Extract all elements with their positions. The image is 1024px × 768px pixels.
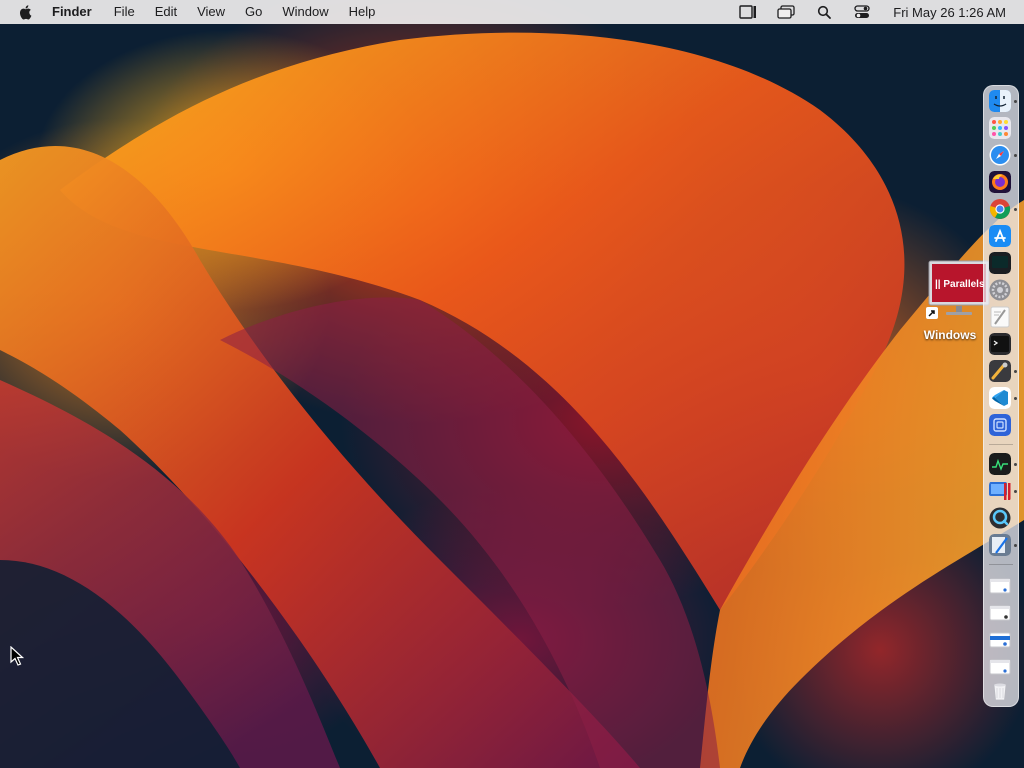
parallels-icon[interactable] xyxy=(989,480,1011,502)
window-thumbnail-icon[interactable] xyxy=(989,602,1011,624)
menu-bar-clock[interactable]: Fri May 26 1:26 AM xyxy=(893,5,1006,20)
launchpad-icon[interactable] xyxy=(989,117,1011,139)
parallels-thumbnail-text: || Parallels xyxy=(935,279,985,290)
running-indicator xyxy=(1014,544,1017,547)
menu-app-finder[interactable]: Finder xyxy=(52,0,104,24)
terminal-icon[interactable] xyxy=(989,252,1011,274)
menu-help[interactable]: Help xyxy=(339,0,386,24)
desktop-shortcut-label: Windows xyxy=(923,328,977,342)
vscode-icon[interactable] xyxy=(989,387,1011,409)
gear-icon[interactable] xyxy=(989,279,1011,301)
menu-edit[interactable]: Edit xyxy=(145,0,187,24)
menu-window[interactable]: Window xyxy=(272,0,338,24)
dock-separator xyxy=(989,564,1013,565)
spotlight-search-icon[interactable] xyxy=(813,4,835,20)
alias-arrow-icon xyxy=(926,306,938,324)
running-indicator xyxy=(1014,208,1017,211)
screen-mirroring-icon[interactable] xyxy=(775,4,797,20)
menu-view[interactable]: View xyxy=(187,0,235,24)
window-thumbnail-icon[interactable] xyxy=(989,656,1011,678)
terminal-prompt-icon[interactable] xyxy=(989,333,1011,355)
trash-icon[interactable] xyxy=(989,680,1011,702)
finder-icon[interactable] xyxy=(989,90,1011,112)
menu-bar-left: Finder File Edit View Go Window Help xyxy=(0,0,385,24)
window-thumbnail-icon[interactable] xyxy=(989,629,1011,651)
instruments-icon[interactable] xyxy=(989,360,1011,382)
app-store-icon[interactable] xyxy=(989,225,1011,247)
mouse-pointer-icon xyxy=(10,645,25,671)
running-indicator xyxy=(1014,490,1017,493)
running-indicator xyxy=(1014,370,1017,373)
stage-manager-icon[interactable] xyxy=(737,4,759,20)
quicktime-icon[interactable] xyxy=(989,507,1011,529)
window-thumbnail-icon[interactable] xyxy=(989,575,1011,597)
menu-go[interactable]: Go xyxy=(235,0,272,24)
menu-bar-status: Fri May 26 1:26 AM xyxy=(729,0,1024,24)
parallels-windows-vm-icon: || Parallels xyxy=(928,260,990,315)
dock xyxy=(983,85,1019,707)
running-indicator xyxy=(1014,463,1017,466)
textedit-icon[interactable] xyxy=(989,306,1011,328)
activity-monitor-icon[interactable] xyxy=(989,453,1011,475)
menu-bar: Finder File Edit View Go Window Help Fri… xyxy=(0,0,1024,24)
dock-separator xyxy=(989,444,1013,445)
desktop-wallpaper xyxy=(0,0,1024,768)
chrome-icon[interactable] xyxy=(989,198,1011,220)
wallpaper-petals xyxy=(0,32,1024,768)
simulator-icon[interactable] xyxy=(989,414,1011,436)
firefox-icon[interactable] xyxy=(989,171,1011,193)
apple-logo-icon[interactable] xyxy=(18,4,34,20)
running-indicator xyxy=(1014,154,1017,157)
menu-file[interactable]: File xyxy=(104,0,145,24)
running-indicator xyxy=(1014,397,1017,400)
running-indicator xyxy=(1014,100,1017,103)
safari-icon[interactable] xyxy=(989,144,1011,166)
control-center-icon[interactable] xyxy=(851,4,873,20)
pen-editor-icon[interactable] xyxy=(989,534,1011,556)
